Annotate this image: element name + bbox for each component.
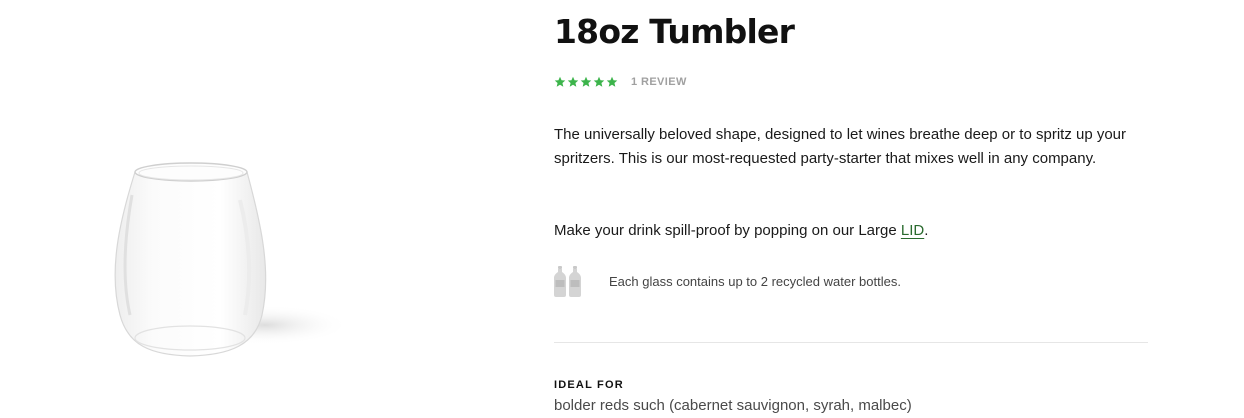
product-rating: 1 REVIEW — [554, 76, 687, 88]
star-icon — [606, 76, 618, 87]
review-count-link[interactable]: 1 REVIEW — [631, 76, 687, 88]
rating-stars[interactable] — [554, 76, 618, 88]
bottle-icon — [569, 266, 581, 297]
section-divider — [554, 342, 1148, 343]
ideal-for-heading: IDEAL FOR — [554, 379, 624, 391]
recycle-info: Each glass contains up to 2 recycled wat… — [554, 266, 901, 297]
product-image-area — [0, 0, 500, 418]
lid-link[interactable]: LID — [901, 222, 924, 239]
product-title: 18oz Tumbler — [554, 12, 795, 51]
lid-prompt-end: . — [924, 222, 929, 239]
recycle-text: Each glass contains up to 2 recycled wat… — [609, 274, 901, 289]
lid-prompt-text: Make your drink spill-proof by popping o… — [554, 222, 901, 239]
star-icon — [554, 76, 566, 87]
star-icon — [580, 76, 592, 87]
bottle-icon — [554, 266, 566, 297]
star-icon — [593, 76, 605, 87]
product-description: The universally beloved shape, designed … — [554, 126, 1127, 167]
lid-prompt: Make your drink spill-proof by popping o… — [554, 219, 928, 243]
tumbler-image — [114, 162, 350, 357]
ideal-for-text: bolder reds such (cabernet sauvignon, sy… — [554, 397, 912, 414]
bottles-icon — [554, 266, 581, 297]
star-icon — [567, 76, 579, 87]
